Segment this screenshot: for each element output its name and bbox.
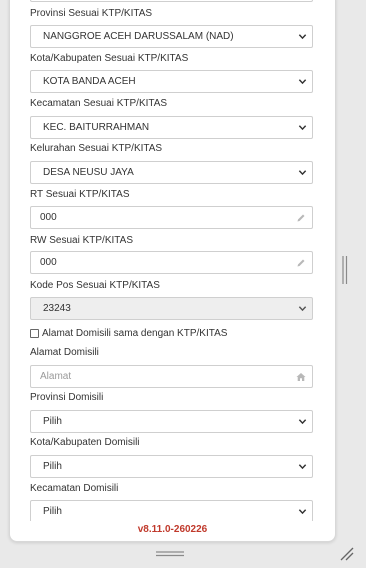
same-address-checkbox[interactable]	[30, 329, 39, 338]
kecamatan-ktp-value: KEC. BAITURRAHMAN	[43, 122, 150, 133]
chevron-down-icon	[298, 306, 307, 312]
kelurahan-ktp-value: DESA NEUSU JAYA	[43, 167, 134, 178]
kecamatan-domisili-label: Kecamatan Domisili	[30, 483, 119, 494]
provinsi-domisili-select[interactable]: Pilih	[30, 410, 313, 433]
kecamatan-ktp-select[interactable]: KEC. BAITURRAHMAN	[30, 116, 313, 139]
form-scroll-area[interactable]: Provinsi Sesuai KTP/KITAS NANGGROE ACEH …	[10, 0, 335, 521]
same-address-label[interactable]: Alamat Domisili sama dengan KTP/KITAS	[42, 328, 227, 339]
kodepos-ktp-select: 23243	[30, 297, 313, 320]
provinsi-ktp-select[interactable]: NANGGROE ACEH DARUSSALAM (NAD)	[30, 25, 313, 48]
chevron-down-icon	[298, 79, 307, 85]
provinsi-ktp-label: Provinsi Sesuai KTP/KITAS	[30, 8, 153, 19]
kota-ktp-value: KOTA BANDA ACEH	[43, 76, 136, 87]
vertical-drag-handle-icon[interactable]	[341, 255, 349, 285]
home-icon	[296, 373, 306, 381]
rw-ktp-value: 000	[40, 257, 57, 268]
alamat-domisili-label: Alamat Domisili	[30, 347, 99, 358]
kodepos-ktp-value: 23243	[43, 303, 71, 314]
provinsi-domisili-value: Pilih	[43, 416, 62, 427]
kelurahan-ktp-select[interactable]: DESA NEUSU JAYA	[30, 161, 313, 184]
alamat-domisili-placeholder: Alamat	[40, 371, 72, 382]
kota-ktp-label: Kota/Kabupaten Sesuai KTP/KITAS	[30, 53, 189, 64]
horizontal-drag-handle-icon[interactable]	[155, 550, 185, 558]
kota-domisili-select[interactable]: Pilih	[30, 455, 313, 478]
alamat-domisili-input[interactable]: Alamat	[30, 365, 313, 388]
previous-field[interactable]	[30, 0, 313, 2]
kecamatan-domisili-select[interactable]: Pilih	[30, 500, 313, 521]
rt-ktp-label: RT Sesuai KTP/KITAS	[30, 189, 130, 200]
kecamatan-ktp-label: Kecamatan Sesuai KTP/KITAS	[30, 98, 168, 109]
kelurahan-ktp-label: Kelurahan Sesuai KTP/KITAS	[30, 143, 163, 154]
kota-domisili-label: Kota/Kabupaten Domisili	[30, 437, 140, 448]
rt-ktp-input[interactable]: 000	[30, 206, 313, 229]
chevron-down-icon	[298, 125, 307, 131]
provinsi-domisili-label: Provinsi Domisili	[30, 392, 104, 403]
kodepos-ktp-label: Kode Pos Sesuai KTP/KITAS	[30, 280, 160, 291]
kota-ktp-select[interactable]: KOTA BANDA ACEH	[30, 70, 313, 93]
pencil-icon	[297, 259, 305, 267]
resize-grip-icon[interactable]	[339, 546, 355, 562]
chevron-down-icon	[298, 464, 307, 470]
chevron-down-icon	[298, 419, 307, 425]
rt-ktp-value: 000	[40, 212, 57, 223]
chevron-down-icon	[298, 170, 307, 176]
kecamatan-domisili-value: Pilih	[43, 506, 62, 517]
rw-ktp-input[interactable]: 000	[30, 251, 313, 274]
app-version: v8.11.0-260226	[137, 524, 208, 535]
provinsi-ktp-value: NANGGROE ACEH DARUSSALAM (NAD)	[43, 31, 234, 42]
chevron-down-icon	[298, 34, 307, 40]
kota-domisili-value: Pilih	[43, 461, 62, 472]
pencil-icon	[297, 214, 305, 222]
chevron-down-icon	[298, 509, 307, 515]
form-panel: Provinsi Sesuai KTP/KITAS NANGGROE ACEH …	[9, 0, 336, 542]
rw-ktp-label: RW Sesuai KTP/KITAS	[30, 235, 133, 246]
